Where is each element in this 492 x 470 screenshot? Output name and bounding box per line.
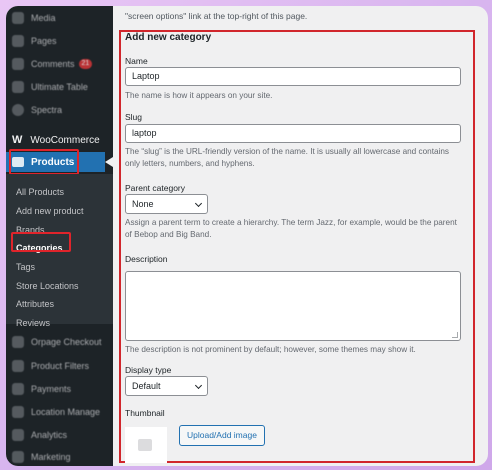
submenu-tags[interactable]: Tags	[16, 259, 35, 275]
filter-icon	[12, 360, 24, 372]
slug-help: The “slug” is the URL-friendly version o…	[125, 147, 450, 168]
description-label: Description	[125, 254, 168, 264]
upload-image-button[interactable]: Upload/Add image	[179, 425, 265, 446]
products-highlight-box	[9, 149, 79, 175]
name-input[interactable]: Laptop	[125, 67, 461, 86]
resize-handle-icon[interactable]	[452, 332, 458, 338]
image-placeholder-icon	[138, 439, 152, 451]
sidebar-item-orpage-checkout[interactable]: Orpage Checkout	[6, 332, 113, 352]
categories-highlight-box	[11, 232, 71, 252]
sidebar-item-ultimate-table[interactable]: Ultimate Table	[6, 77, 113, 97]
media-icon	[12, 12, 24, 24]
analytics-icon	[12, 429, 24, 441]
submenu-reviews[interactable]: Reviews	[16, 315, 50, 331]
name-help: The name is how it appears on your site.	[125, 91, 273, 100]
woocommerce-icon: W	[12, 134, 23, 146]
sidebar-item-analytics[interactable]: Analytics	[6, 425, 113, 445]
chevron-down-icon	[194, 381, 203, 390]
thumbnail-label: Thumbnail	[125, 408, 165, 418]
thumbnail-preview	[125, 427, 167, 463]
parent-category-help: Assign a parent term to create a hierarc…	[125, 218, 457, 239]
display-type-select[interactable]: Default	[125, 376, 208, 396]
display-type-label: Display type	[125, 365, 172, 375]
payments-icon	[12, 383, 24, 395]
submenu-add-new-product[interactable]: Add new product	[16, 203, 84, 219]
parent-category-label: Parent category	[125, 183, 186, 193]
marketing-icon	[12, 451, 24, 463]
screen-options-note: "screen options" link at the top-right o…	[125, 11, 308, 21]
comments-count-badge: 21	[78, 59, 93, 69]
sidebar-item-woocommerce[interactable]: W WooCommerce	[6, 130, 113, 150]
sidebar-item-comments[interactable]: Comments 21	[6, 54, 113, 74]
parent-category-select[interactable]: None	[125, 194, 208, 214]
sidebar-item-media[interactable]: Media	[6, 8, 113, 28]
sidebar-item-pages[interactable]: Pages	[6, 31, 113, 51]
sidebar-item-spectra[interactable]: Spectra	[6, 100, 113, 120]
description-textarea[interactable]	[125, 271, 461, 341]
slug-input[interactable]: laptop	[125, 124, 461, 143]
chevron-down-icon	[194, 199, 203, 208]
slug-label: Slug	[125, 112, 143, 122]
admin-sidebar: Media Pages Comments 21 Ultimate Table Sp…	[6, 6, 113, 466]
location-icon	[12, 406, 24, 418]
main-content: "screen options" link at the top-right o…	[113, 6, 488, 466]
spectra-icon	[12, 104, 24, 116]
screenshot-frame: Media Pages Comments 21 Ultimate Table Sp…	[6, 6, 488, 466]
sidebar-item-marketing[interactable]: Marketing	[6, 447, 113, 466]
comments-icon	[12, 58, 24, 70]
name-label: Name	[125, 56, 148, 66]
submenu-all-products[interactable]: All Products	[16, 184, 64, 200]
submenu-store-locations[interactable]: Store Locations	[16, 278, 79, 294]
submenu-attributes[interactable]: Attributes	[16, 296, 54, 312]
table-icon	[12, 81, 24, 93]
cart-icon	[12, 336, 24, 348]
form-title: Add new category	[125, 32, 212, 43]
sidebar-item-product-filters[interactable]: Product Filters	[6, 356, 113, 376]
pages-icon	[12, 35, 24, 47]
sidebar-item-location-manage[interactable]: Location Manage	[6, 402, 113, 422]
sidebar-item-payments[interactable]: Payments	[6, 379, 113, 399]
description-help: The description is not prominent by defa…	[125, 345, 416, 354]
